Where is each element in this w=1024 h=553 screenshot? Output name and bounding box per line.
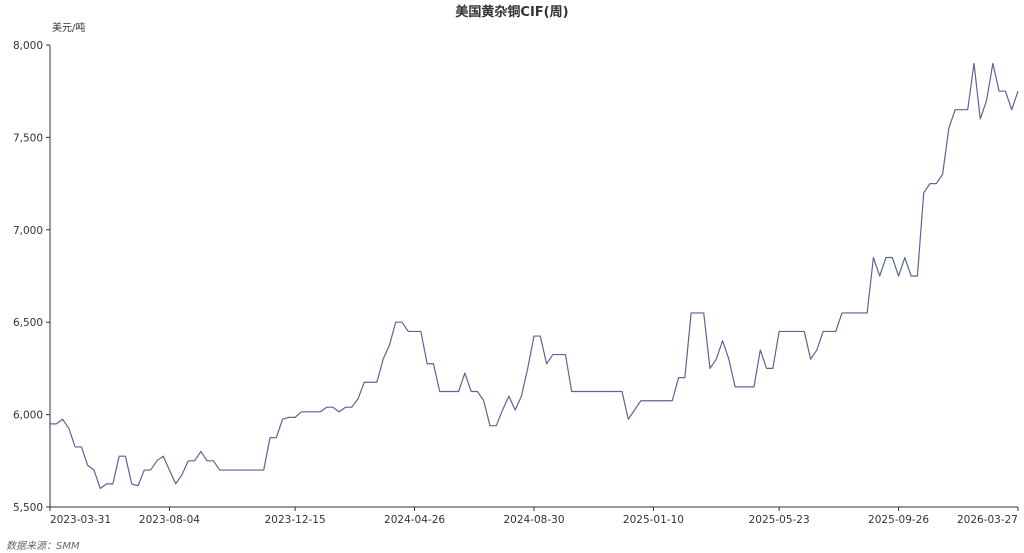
y-tick-label: 7,500 xyxy=(13,132,43,144)
chart-title: 美国黄杂铜CIF(周) xyxy=(455,4,568,20)
x-tick-label: 2025-05-23 xyxy=(749,514,810,526)
data-source-note: 数据来源：SMM xyxy=(6,541,80,552)
x-tick-label: 2023-03-31 xyxy=(50,514,111,526)
x-tick-label: 2024-08-30 xyxy=(503,514,564,526)
y-axis: 5,500 6,000 6,500 7,000 7,500 8,000 xyxy=(13,40,51,514)
x-tick-label: 2025-09-26 xyxy=(868,514,929,526)
y-tick-label: 6,000 xyxy=(13,410,43,422)
x-tick-label: 2025-01-10 xyxy=(623,514,684,526)
x-tick-label: 2023-12-15 xyxy=(265,514,326,526)
y-tick-label: 7,000 xyxy=(13,225,43,237)
y-tick-label: 8,000 xyxy=(13,40,43,52)
y-tick-label: 5,500 xyxy=(13,502,43,514)
series-layer xyxy=(50,62,1019,490)
price-series-line xyxy=(50,62,1019,490)
line-chart: 美国黄杂铜CIF(周) 美元/吨 5,500 6,000 6,500 7,000 7,5… xyxy=(13,4,1019,526)
y-axis-unit: 美元/吨 xyxy=(52,21,85,34)
x-tick-label: 2024-04-26 xyxy=(384,514,445,526)
x-axis: 2023-03-31 2023-08-04 2023-12-15 2024-04-26… xyxy=(49,506,1019,526)
x-tick-label: 2023-08-04 xyxy=(139,514,200,526)
x-tick-label: 2026-03-27 xyxy=(957,514,1018,526)
y-tick-label: 6,500 xyxy=(13,317,43,329)
